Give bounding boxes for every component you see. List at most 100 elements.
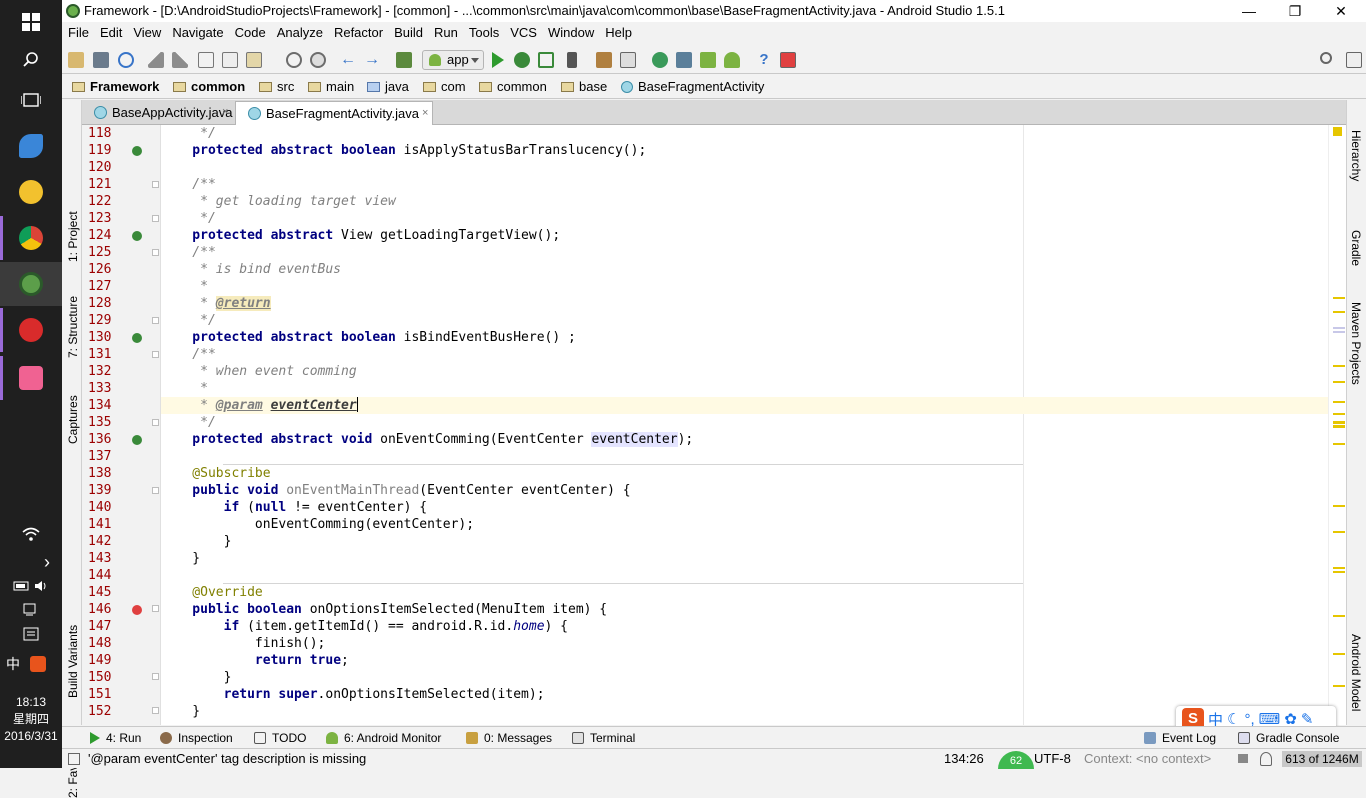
hector-icon[interactable]	[1260, 752, 1272, 766]
tool-window-maven-projects[interactable]: Maven Projects	[1349, 302, 1363, 385]
tool-messages[interactable]: 0: Messages	[466, 727, 552, 749]
implemented-marker-icon[interactable]	[132, 333, 142, 343]
tool-window-gradle[interactable]: Gradle	[1349, 230, 1363, 266]
inspection-badge[interactable]: 62	[998, 751, 1034, 769]
override-marker-icon[interactable]	[132, 605, 142, 615]
profile-icon[interactable]	[567, 52, 577, 68]
warning-stripe-mark[interactable]	[1333, 381, 1345, 383]
tool-run[interactable]: 4: Run	[90, 727, 141, 749]
warning-stripe-mark[interactable]	[1333, 297, 1345, 299]
menu-view[interactable]: View	[128, 22, 166, 44]
breadcrumb-item[interactable]: Framework	[72, 75, 159, 99]
project-structure-icon[interactable]	[596, 52, 612, 68]
fold-icon[interactable]	[152, 215, 159, 222]
memory-indicator[interactable]: 613 of 1246M	[1282, 751, 1362, 767]
ime-indicator[interactable]: 中	[0, 642, 62, 686]
settings-icon[interactable]	[620, 52, 636, 68]
warning-indicator-icon[interactable]	[1333, 127, 1342, 136]
menu-analyze[interactable]: Analyze	[272, 22, 328, 44]
save-all-icon[interactable]	[93, 52, 109, 68]
breadcrumb-item[interactable]: src	[259, 75, 294, 99]
breadcrumb-item[interactable]: base	[561, 75, 607, 99]
warning-stripe-mark[interactable]	[1333, 571, 1345, 573]
caret-position[interactable]: 134:26	[944, 749, 984, 768]
dolphin-app-icon[interactable]	[0, 124, 62, 168]
back-icon[interactable]: ←	[340, 52, 356, 68]
close-window-button[interactable]: ✕	[1318, 0, 1364, 22]
file-encoding[interactable]: UTF-8	[1034, 749, 1071, 768]
breadcrumb-item[interactable]: common	[479, 75, 547, 99]
tool-android-monitor[interactable]: 6: Android Monitor	[326, 727, 441, 749]
sync-icon[interactable]	[118, 52, 134, 68]
paw-app-icon[interactable]	[0, 170, 62, 214]
android-device-monitor-icon[interactable]	[724, 52, 740, 68]
warning-stripe-mark[interactable]	[1333, 615, 1345, 617]
tool-window-android-model[interactable]: Android Model	[1349, 634, 1363, 711]
fold-icon[interactable]	[152, 419, 159, 426]
error-stripe[interactable]	[1328, 125, 1346, 725]
tool-terminal[interactable]: Terminal	[572, 727, 635, 749]
tool-gradle-console[interactable]: Gradle Console	[1238, 727, 1339, 749]
fold-icon[interactable]	[152, 351, 159, 358]
tab-base-fragment-activity[interactable]: BaseFragmentActivity.java ×	[235, 101, 433, 125]
tab-close-icon[interactable]: ×	[222, 101, 228, 124]
tool-inspection[interactable]: Inspection	[160, 727, 233, 749]
warning-stripe-mark[interactable]	[1333, 425, 1345, 428]
implemented-marker-icon[interactable]	[132, 231, 142, 241]
warning-stripe-mark[interactable]	[1333, 413, 1345, 415]
replace-icon[interactable]	[310, 52, 326, 68]
sdk-manager-icon[interactable]	[700, 52, 716, 68]
usage-stripe-mark[interactable]	[1333, 331, 1345, 333]
breadcrumb-item[interactable]: common	[173, 75, 245, 99]
menu-build[interactable]: Build	[389, 22, 428, 44]
menu-tools[interactable]: Tools	[464, 22, 504, 44]
minimize-button[interactable]: —	[1226, 0, 1272, 22]
tool-event-log[interactable]: Event Log	[1144, 727, 1216, 749]
make-project-icon[interactable]	[396, 52, 412, 68]
tool-todo[interactable]: TODO	[254, 727, 306, 749]
attach-debugger-icon[interactable]	[538, 52, 554, 68]
forward-icon[interactable]: →	[364, 52, 380, 68]
toolbar-overflow-icon[interactable]	[1346, 52, 1362, 68]
menu-code[interactable]: Code	[230, 22, 271, 44]
warning-stripe-mark[interactable]	[1333, 443, 1345, 445]
breadcrumb-item[interactable]: java	[367, 75, 409, 99]
task-view-icon[interactable]	[0, 78, 62, 122]
menu-navigate[interactable]: Navigate	[167, 22, 228, 44]
restore-button[interactable]: ❐	[1272, 0, 1318, 22]
implemented-marker-icon[interactable]	[132, 146, 142, 156]
usage-stripe-mark[interactable]	[1333, 327, 1345, 329]
fold-icon[interactable]	[152, 707, 159, 714]
menu-file[interactable]: File	[63, 22, 94, 44]
open-folder-icon[interactable]	[68, 52, 84, 68]
lock-icon[interactable]	[1238, 754, 1248, 763]
warning-stripe-mark[interactable]	[1333, 653, 1345, 655]
tab-base-app-activity[interactable]: BaseAppActivity.java ×	[82, 101, 234, 125]
search-icon[interactable]	[0, 38, 62, 82]
find-icon[interactable]	[286, 52, 302, 68]
menu-refactor[interactable]: Refactor	[329, 22, 388, 44]
fold-icon[interactable]	[152, 249, 159, 256]
tab-close-icon[interactable]: ×	[422, 102, 428, 125]
undo-icon[interactable]	[148, 52, 164, 68]
warning-stripe-mark[interactable]	[1333, 505, 1345, 507]
menu-edit[interactable]: Edit	[95, 22, 127, 44]
code-editor[interactable]: */ protected abstract boolean isApplySta…	[161, 125, 1328, 725]
tool-window-hierarchy[interactable]: Hierarchy	[1349, 130, 1363, 181]
menu-help[interactable]: Help	[600, 22, 637, 44]
warning-stripe-mark[interactable]	[1333, 365, 1345, 367]
breadcrumb-item[interactable]: BaseFragmentActivity	[621, 75, 764, 99]
warning-stripe-mark[interactable]	[1333, 421, 1345, 424]
warning-stripe-mark[interactable]	[1333, 401, 1345, 403]
paste-icon[interactable]	[246, 52, 262, 68]
avd-manager-icon[interactable]	[676, 52, 692, 68]
menu-window[interactable]: Window	[543, 22, 599, 44]
context-indicator[interactable]: Context: <no context>	[1084, 749, 1211, 768]
debug-icon[interactable]	[514, 52, 530, 68]
help-icon[interactable]: ?	[756, 52, 772, 68]
warning-stripe-mark[interactable]	[1333, 531, 1345, 533]
cut-icon[interactable]	[198, 52, 214, 68]
run-config-selector[interactable]: app	[422, 50, 484, 70]
warning-stripe-mark[interactable]	[1333, 685, 1345, 687]
chrome-icon[interactable]	[0, 216, 62, 260]
